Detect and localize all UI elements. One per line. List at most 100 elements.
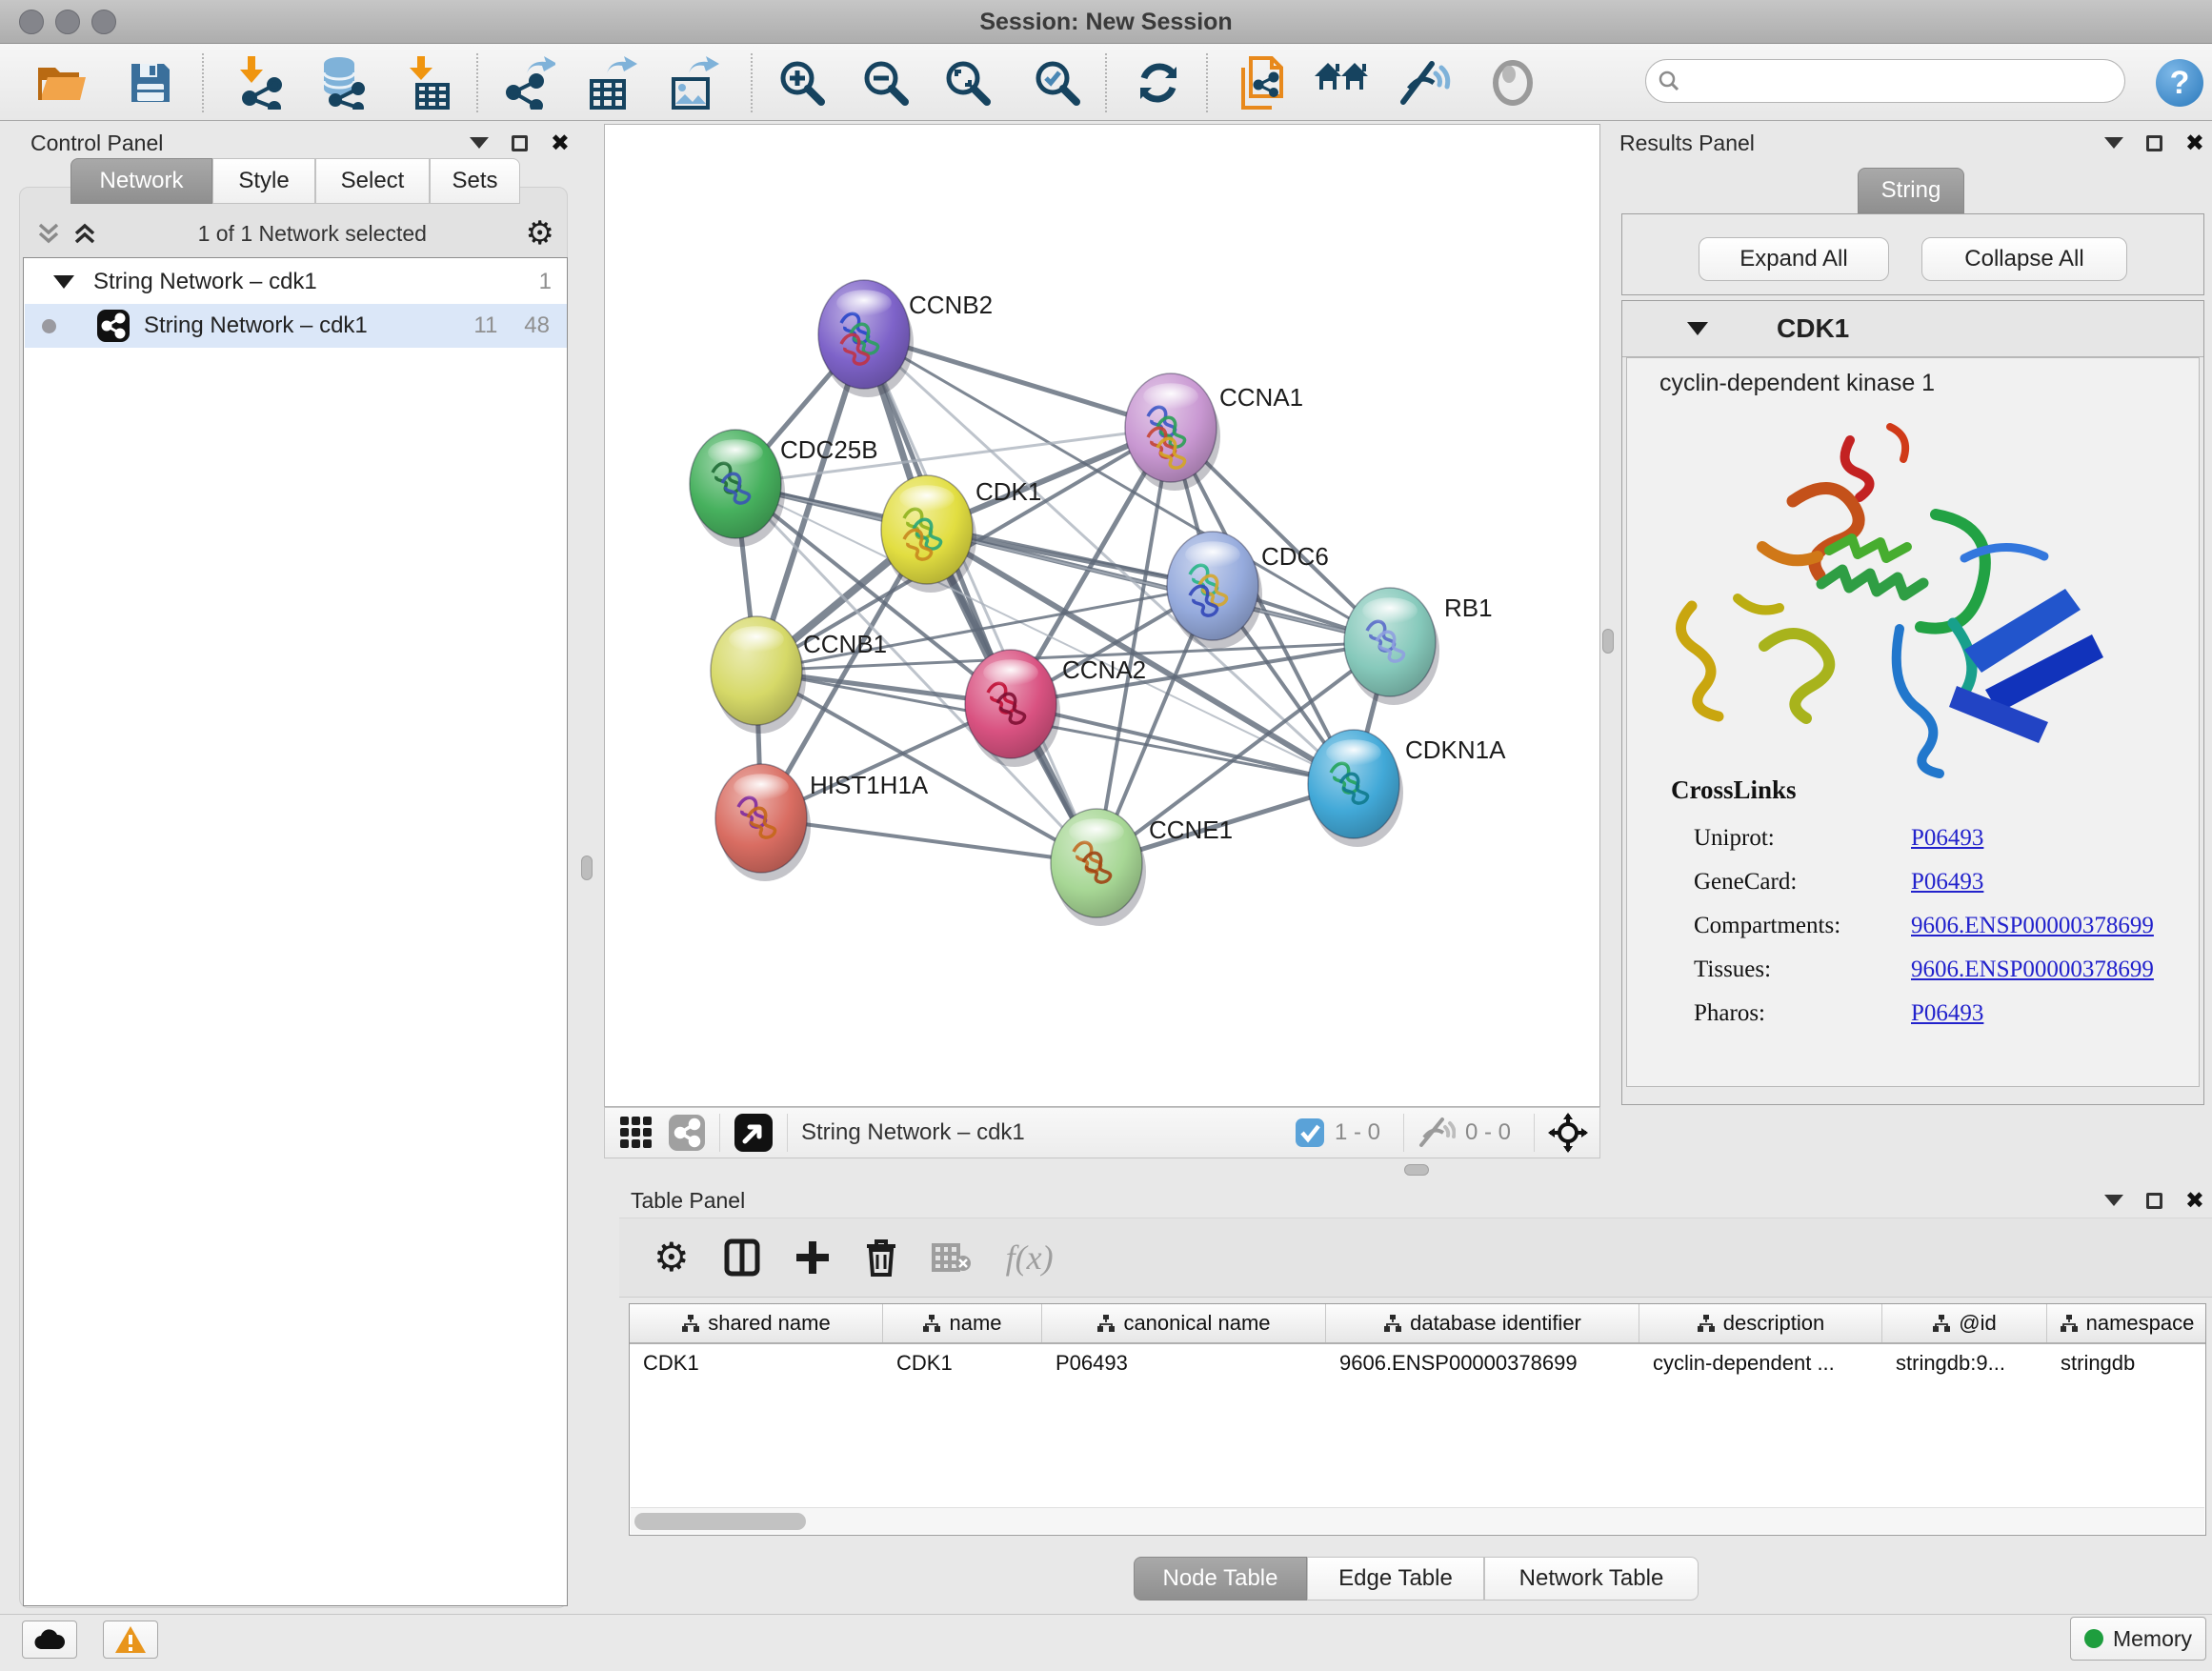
selected-checkbox-icon[interactable] — [1295, 1117, 1325, 1148]
collapse-all-button[interactable]: Collapse All — [1921, 237, 2127, 281]
add-column-icon[interactable] — [794, 1239, 831, 1276]
crosslink-link[interactable]: P06493 — [1911, 1000, 1983, 1026]
tab-edge-table[interactable]: Edge Table — [1307, 1557, 1484, 1601]
zoom-in-icon[interactable] — [774, 55, 831, 111]
maximize-window-icon[interactable] — [91, 10, 116, 34]
zoom-fit-icon[interactable] — [939, 55, 996, 111]
horizontal-splitter-handle[interactable] — [1404, 1164, 1429, 1176]
cell-sharedname[interactable]: CDK1 — [630, 1351, 883, 1376]
crosslink-link[interactable]: P06493 — [1911, 869, 1983, 895]
panel-float-icon[interactable] — [512, 135, 528, 151]
export-network-icon[interactable] — [501, 55, 558, 111]
panel-float-icon[interactable] — [2146, 135, 2162, 151]
open-session-icon[interactable] — [34, 55, 91, 111]
panel-menu-icon[interactable] — [2104, 1195, 2123, 1206]
network-node-CCNA2[interactable] — [965, 650, 1060, 767]
network-node-CDK1[interactable] — [881, 475, 976, 593]
export-table-icon[interactable] — [583, 55, 640, 111]
cell-id[interactable]: stringdb:9... — [1882, 1351, 2047, 1376]
gene-section-header[interactable]: CDK1 — [1622, 301, 2203, 357]
table-options-gear-icon[interactable]: ⚙ — [654, 1239, 690, 1276]
column-header-sharedname[interactable]: shared name — [630, 1304, 883, 1342]
column-header-name[interactable]: name — [883, 1304, 1042, 1342]
section-expander-icon[interactable] — [1687, 322, 1708, 335]
tab-style[interactable]: Style — [212, 158, 315, 204]
tab-network[interactable]: Network — [70, 158, 212, 204]
network-node-CDC25B[interactable] — [690, 430, 785, 547]
scrollbar-thumb[interactable] — [634, 1513, 806, 1530]
crosslink-link[interactable]: 9606.ENSP00000378699 — [1911, 913, 2154, 938]
network-row-selected[interactable]: String Network – cdk1 11 48 — [25, 304, 567, 348]
network-node-CCNE1[interactable] — [1051, 809, 1146, 926]
delete-column-icon[interactable] — [865, 1238, 897, 1277]
import-table-icon[interactable] — [400, 55, 457, 111]
expand-all-networks-icon[interactable] — [70, 219, 99, 248]
right-splitter-handle[interactable] — [1602, 629, 1614, 654]
zoom-selected-icon[interactable] — [1029, 55, 1086, 111]
tab-node-table[interactable]: Node Table — [1134, 1557, 1307, 1601]
collapse-all-networks-icon[interactable] — [34, 219, 63, 248]
column-header-databaseidentifier[interactable]: database identifier — [1326, 1304, 1639, 1342]
search-input[interactable] — [1645, 59, 2125, 103]
cell-name[interactable]: CDK1 — [883, 1351, 1042, 1376]
export-image-icon[interactable] — [665, 55, 722, 111]
column-header-id[interactable]: @id — [1882, 1304, 2047, 1342]
import-network-database-icon[interactable] — [312, 55, 370, 111]
network-node-RB1[interactable] — [1344, 588, 1439, 705]
network-node-CCNA1[interactable] — [1125, 373, 1220, 491]
panel-close-icon[interactable]: ✖ — [551, 135, 570, 151]
network-options-gear-icon[interactable]: ⚙ — [526, 219, 554, 248]
import-network-file-icon[interactable] — [232, 55, 290, 111]
cell-namespace[interactable]: stringdb — [2047, 1351, 2206, 1376]
collection-expander-icon[interactable] — [53, 275, 74, 289]
crosslink-link[interactable]: P06493 — [1911, 825, 1983, 851]
panel-menu-icon[interactable] — [470, 137, 489, 149]
network-collection-row[interactable]: String Network – cdk1 1 — [25, 260, 567, 304]
pan-crosshair-icon[interactable] — [1548, 1113, 1588, 1153]
show-columns-icon[interactable] — [724, 1238, 760, 1277]
column-header-canonicalname[interactable]: canonical name — [1042, 1304, 1326, 1342]
left-splitter-handle[interactable] — [581, 856, 593, 880]
grid-view-icon[interactable] — [618, 1115, 654, 1151]
minimize-window-icon[interactable] — [55, 10, 80, 34]
panel-menu-icon[interactable] — [2104, 137, 2123, 149]
tab-select[interactable]: Select — [315, 158, 430, 204]
cell-databaseidentifier[interactable]: 9606.ENSP00000378699 — [1326, 1351, 1639, 1376]
warnings-button[interactable] — [103, 1621, 158, 1659]
refresh-icon[interactable] — [1130, 55, 1187, 111]
network-edge[interactable] — [1011, 704, 1354, 784]
delete-table-icon[interactable] — [932, 1241, 972, 1274]
column-header-description[interactable]: description — [1639, 1304, 1882, 1342]
tab-string[interactable]: String — [1858, 168, 1964, 213]
panel-close-icon[interactable]: ✖ — [2185, 135, 2204, 151]
function-builder-icon[interactable]: f(x) — [1006, 1238, 1054, 1278]
tab-network-table[interactable]: Network Table — [1484, 1557, 1699, 1601]
home-pages-icon[interactable] — [1313, 55, 1370, 111]
cell-description[interactable]: cyclin-dependent ... — [1639, 1351, 1882, 1376]
network-edge[interactable] — [761, 818, 1096, 863]
panel-float-icon[interactable] — [2146, 1193, 2162, 1209]
network-node-CCNB2[interactable] — [818, 280, 914, 397]
expand-all-button[interactable]: Expand All — [1699, 237, 1889, 281]
help-icon[interactable]: ? — [2151, 55, 2208, 111]
birdseye-view-icon[interactable] — [734, 1113, 774, 1153]
close-window-icon[interactable] — [19, 10, 44, 34]
network-node-HIST1H1A[interactable] — [715, 764, 811, 881]
panel-close-icon[interactable]: ✖ — [2185, 1193, 2204, 1209]
cloud-button[interactable] — [22, 1621, 77, 1659]
table-scrollbar[interactable] — [631, 1507, 2204, 1534]
save-session-icon[interactable] — [122, 55, 179, 111]
hide-selected-icon[interactable] — [1397, 55, 1454, 111]
crosslink-link[interactable]: 9606.ENSP00000378699 — [1911, 956, 2154, 982]
column-header-namespace[interactable]: namespace — [2047, 1304, 2206, 1342]
cell-canonicalname[interactable]: P06493 — [1042, 1351, 1326, 1376]
zoom-out-icon[interactable] — [857, 55, 915, 111]
clone-network-icon[interactable] — [1233, 55, 1290, 111]
network-node-CDKN1A[interactable] — [1308, 730, 1403, 847]
network-node-CCNB1[interactable] — [711, 616, 806, 734]
network-node-CDC6[interactable] — [1167, 532, 1262, 649]
show-all-icon[interactable] — [1484, 55, 1541, 111]
tab-sets[interactable]: Sets — [430, 158, 520, 204]
table-row[interactable]: CDK1CDK1P064939606.ENSP00000378699cyclin… — [630, 1344, 2205, 1382]
network-canvas[interactable]: CCNB2CCNA1CDC25BCDK1CDC6RB1CCNB1CCNA2CDK… — [604, 124, 1600, 1107]
